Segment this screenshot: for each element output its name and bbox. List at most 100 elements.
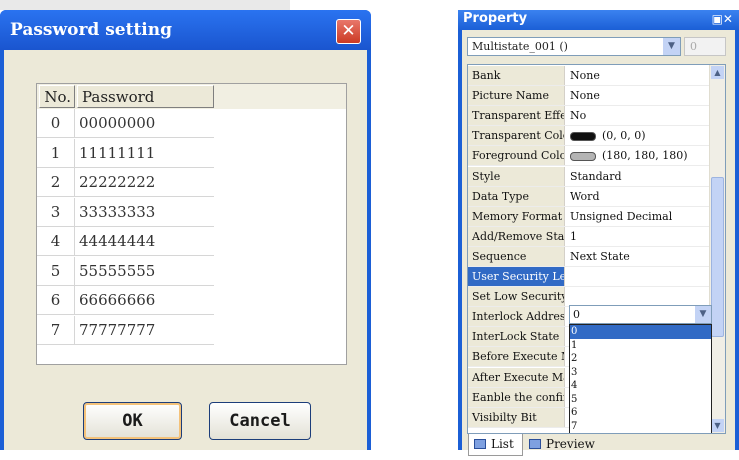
table-row[interactable]: 0 00000000: [37, 109, 214, 138]
column-header-password[interactable]: Password: [77, 85, 214, 108]
table-row[interactable]: 7 77777777: [37, 315, 214, 345]
dropdown-option[interactable]: 2: [570, 352, 711, 366]
color-swatch[interactable]: [570, 151, 596, 161]
property-row[interactable]: Data Type Word: [468, 186, 712, 207]
property-name: Eanble the confirm: [468, 387, 565, 407]
tab-preview[interactable]: Preview: [524, 434, 595, 456]
row-password[interactable]: 44444444: [79, 227, 155, 255]
property-name: Style: [468, 166, 565, 186]
dropdown-option[interactable]: 5: [570, 393, 711, 407]
row-password[interactable]: 66666666: [79, 286, 155, 314]
color-swatch[interactable]: [570, 131, 596, 141]
dialog-body: No. Password 0 00000000 1 11111111 2 22222222…: [4, 50, 367, 450]
table-header: No. Password: [37, 84, 346, 109]
panel-body: Multistate_001 () ▼ 0 Bank None Picture Na…: [462, 30, 735, 456]
dropdown-option[interactable]: 6: [570, 406, 711, 420]
property-name: User Security Level: [468, 267, 565, 286]
table-row[interactable]: 1 11111111: [37, 138, 214, 168]
property-value: Unsigned Decimal: [570, 209, 673, 223]
property-name: Set Low Security: [468, 287, 565, 307]
property-value: None: [570, 89, 600, 103]
property-row[interactable]: Memory Format Unsigned Decimal: [468, 206, 712, 227]
row-number: 5: [37, 256, 75, 285]
property-name: Transparent Effect: [468, 106, 565, 126]
scroll-down-icon[interactable]: ▼: [711, 419, 724, 432]
row-password[interactable]: 00000000: [79, 109, 155, 137]
object-selector[interactable]: Multistate_001 () ▼: [467, 37, 681, 56]
panel-window-controls[interactable]: ▣✕: [712, 12, 733, 26]
password-table: No. Password 0 00000000 1 11111111 2 22222222…: [36, 83, 347, 365]
row-number: 6: [37, 286, 75, 314]
property-row[interactable]: Bank None: [468, 66, 712, 86]
property-row[interactable]: User Security Level: [468, 267, 712, 287]
property-name: Sequence: [468, 246, 565, 266]
property-value: No: [570, 109, 587, 123]
property-row[interactable]: Add/Remove State 1: [468, 226, 712, 247]
security-level-dropdown[interactable]: 0 ▼: [569, 305, 712, 324]
property-value: None: [570, 69, 600, 82]
table-row[interactable]: 5 55555555: [37, 256, 214, 286]
property-row[interactable]: Picture Name None: [468, 86, 712, 107]
row-password[interactable]: 77777777: [79, 316, 155, 344]
property-name: Transparent Color: [468, 126, 565, 146]
property-grid: Bank None Picture Name None Transparent Effe…: [467, 64, 726, 434]
property-row[interactable]: Style Standard: [468, 166, 712, 187]
panel-tabs: List Preview: [462, 434, 735, 460]
dropdown-option[interactable]: 0: [570, 325, 711, 339]
column-header-no[interactable]: No.: [39, 85, 75, 108]
dropdown-option[interactable]: 4: [570, 379, 711, 393]
property-row[interactable]: Transparent Color (0, 0, 0): [468, 126, 712, 147]
row-number: 2: [37, 168, 75, 196]
row-password[interactable]: 11111111: [79, 139, 155, 167]
tab-list[interactable]: List: [468, 434, 523, 456]
table-row[interactable]: 6 66666666: [37, 286, 214, 315]
property-panel: Property ▣✕ Multistate_001 () ▼ 0 Bank No…: [458, 10, 739, 456]
scrollbar-thumb[interactable]: [711, 177, 724, 337]
close-button[interactable]: ✕: [336, 19, 361, 44]
chevron-down-icon[interactable]: ▼: [663, 38, 680, 55]
table-row[interactable]: 4 44444444: [37, 227, 214, 256]
dropdown-option[interactable]: 1: [570, 339, 711, 353]
property-value: (0, 0, 0): [570, 126, 646, 145]
dialog-title: Password setting: [10, 20, 173, 40]
row-password[interactable]: 55555555: [79, 257, 155, 285]
table-row[interactable]: 3 33333333: [37, 197, 214, 227]
property-row[interactable]: Transparent Effect No: [468, 106, 712, 127]
property-value: Word: [570, 189, 600, 203]
list-icon: [474, 439, 486, 449]
row-password[interactable]: 22222222: [79, 168, 155, 196]
property-name: Data Type: [468, 186, 565, 206]
property-name: Add/Remove State: [468, 226, 565, 246]
security-level-value: 0: [573, 308, 580, 321]
color-value: (0, 0, 0): [602, 129, 646, 143]
row-number: 3: [37, 197, 75, 226]
object-selector-value: Multistate_001 (): [472, 40, 568, 53]
row-password[interactable]: 33333333: [79, 198, 155, 226]
cancel-button[interactable]: Cancel: [209, 402, 311, 440]
property-value: 1: [570, 229, 577, 243]
property-name: After Execute Macr: [468, 367, 565, 387]
property-row[interactable]: Foreground Color (180, 180, 180): [468, 146, 712, 167]
chevron-down-icon[interactable]: ▼: [695, 306, 711, 323]
dropdown-option[interactable]: 7: [570, 420, 711, 434]
property-value: Standard: [570, 169, 622, 183]
row-number: 0: [37, 109, 75, 137]
dropdown-option[interactable]: 3: [570, 366, 711, 380]
index-spinner[interactable]: 0: [684, 37, 726, 56]
security-level-options: 01234567: [569, 324, 712, 434]
preview-icon: [529, 439, 541, 449]
property-name: Interlock Address: [468, 307, 565, 327]
property-name: Memory Format: [468, 206, 565, 226]
scroll-up-icon[interactable]: ▲: [711, 66, 724, 79]
property-value: Next State: [570, 249, 630, 263]
dialog-titlebar: Password setting ✕: [0, 10, 371, 50]
tab-label: List: [491, 437, 514, 451]
background-strip: [0, 0, 290, 10]
ok-button[interactable]: OK: [83, 402, 182, 440]
table-row[interactable]: 2 22222222: [37, 168, 214, 197]
property-value: (180, 180, 180): [570, 146, 688, 165]
property-row[interactable]: Sequence Next State: [468, 246, 712, 267]
row-number: 4: [37, 227, 75, 255]
property-name: Bank: [468, 66, 565, 85]
row-number: 7: [37, 315, 75, 344]
